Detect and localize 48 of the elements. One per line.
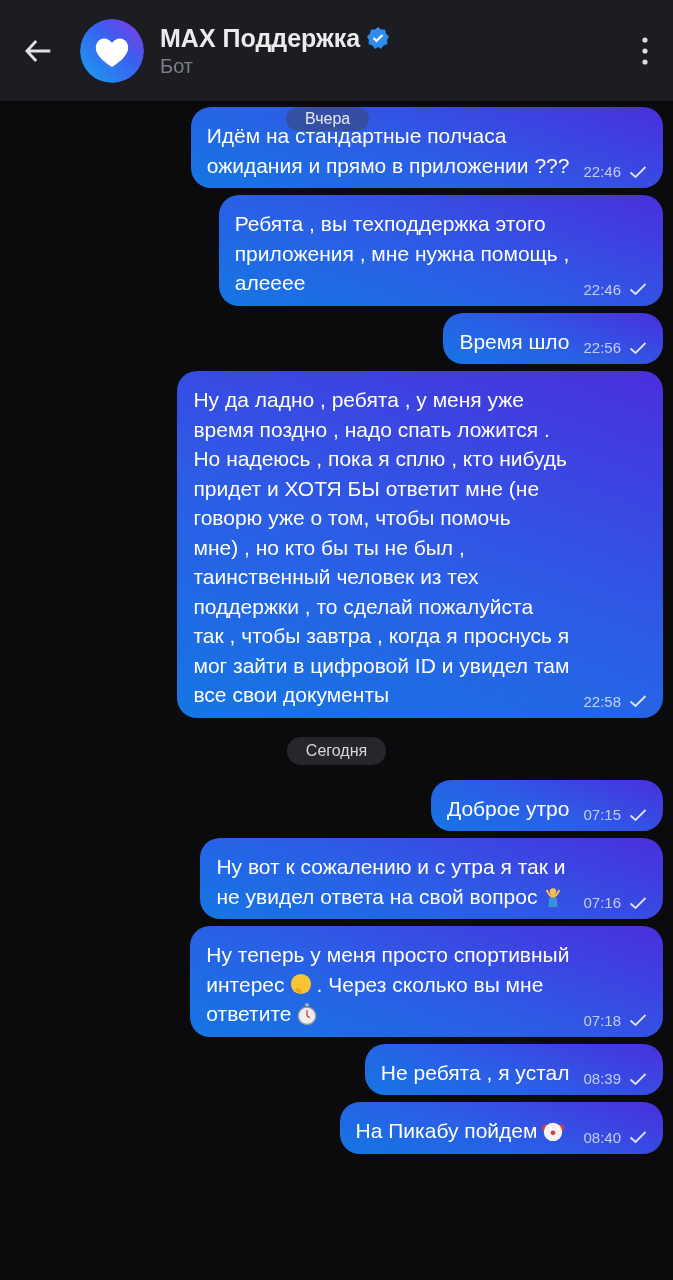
message-text: алееее (234, 270, 306, 296)
check-icon (629, 1130, 647, 1144)
chat-title: MAX Поддержка (160, 23, 361, 53)
check-icon (629, 164, 647, 179)
message-text: не увидел ответа на свой вопрос (216, 883, 538, 910)
message-text: Но надеюсь , пока я сплю , кто нибудь (193, 446, 568, 472)
check-icon (629, 895, 647, 910)
message-text: Время шло (459, 328, 570, 355)
message-text: Ну да ладно , ребята , у меня уже (193, 387, 525, 413)
message-text: ответите (206, 1001, 292, 1027)
date-label: Сегодня (286, 736, 387, 765)
message-text: приложения , мне нужна помощь , (234, 240, 570, 267)
check-icon (629, 807, 647, 822)
message-text: Ну вот к сожалению и с утра я так и (216, 854, 566, 880)
message-text: таинственный человек из тех (193, 564, 479, 590)
message-text: Доброе утро (446, 795, 570, 822)
message-time: 07:18 (583, 1011, 621, 1029)
message-text: На Пикабу пойдем (355, 1118, 538, 1144)
message-time: 22:46 (583, 280, 621, 298)
message-text: Ну теперь у меня просто спортивный (206, 942, 570, 968)
check-icon (629, 694, 647, 708)
message-text: интерес (206, 971, 285, 998)
message-text: придет и ХОТЯ БЫ ответит мне (не (193, 475, 540, 502)
message-text: Не ребята , я устал (380, 1059, 570, 1086)
message-time: 22:58 (583, 692, 621, 710)
message-time: 07:16 (583, 894, 621, 911)
check-icon (629, 1071, 647, 1086)
message-time: 22:46 (583, 163, 621, 180)
stopwatch-icon (296, 1002, 319, 1025)
message-text: мне) , но кто бы ты не был , (193, 534, 465, 561)
message-text: говорю уже о том, чтобы помочь (193, 505, 511, 531)
message-text: ожидания и прямо в приложении ??? (206, 152, 570, 179)
message-text: так , чтобы завтра , когда я проснусь я (193, 623, 570, 649)
message-time: 07:15 (583, 806, 621, 823)
message-text: время поздно , надо спать ложится . (193, 416, 550, 443)
thinking-emoji-icon (289, 973, 312, 996)
message-text: . Через сколько вы мне (316, 971, 544, 998)
message-text: мог зайти в цифровой ID и увидел там (193, 652, 570, 679)
check-icon (629, 282, 647, 296)
chat-subtitle: Бот (160, 54, 194, 78)
message-time: 08:40 (583, 1128, 621, 1146)
message-text: все свои документы (193, 682, 390, 708)
message-text: поддержки , то сделай пожалуйста (193, 593, 534, 620)
check-icon (629, 340, 647, 355)
message-time: 08:39 (583, 1070, 621, 1087)
message-text: Ребята , вы техподдержка этого (234, 211, 546, 237)
check-icon (629, 1013, 647, 1027)
message-time: 22:56 (583, 339, 621, 356)
